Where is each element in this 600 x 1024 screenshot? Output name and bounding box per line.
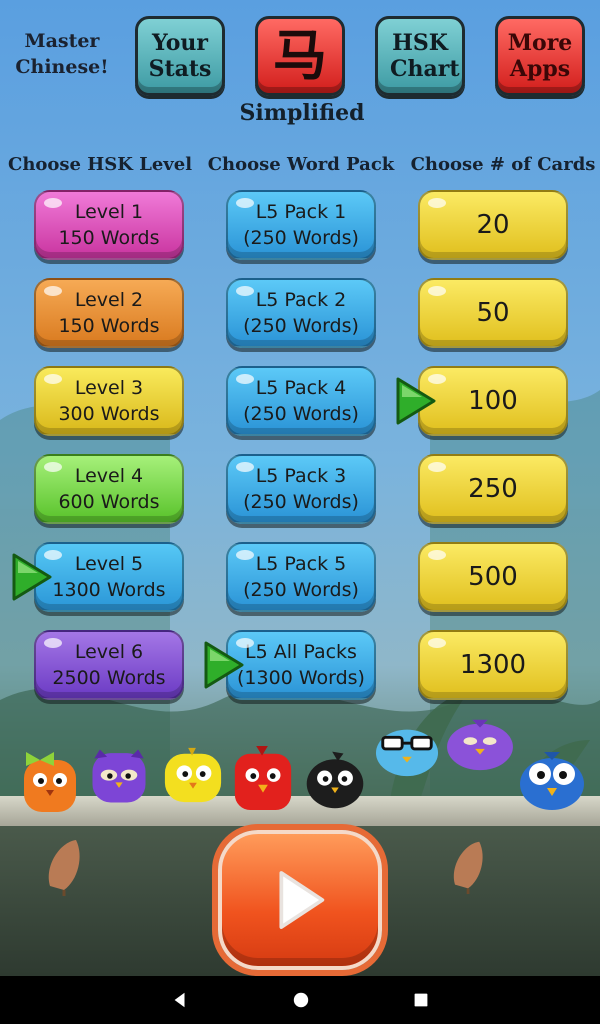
card-count: 50 xyxy=(476,298,510,328)
level-2-button[interactable]: Level 2 150 Words xyxy=(34,278,184,348)
level-name: Level 2 xyxy=(74,289,144,311)
level-words: 600 Words xyxy=(58,491,160,513)
pack-words: (1300 Words) xyxy=(237,667,365,689)
hsk-chart-label: HSK Chart xyxy=(390,30,460,82)
cards-50-button[interactable]: 50 xyxy=(418,278,568,348)
pack-name: L5 Pack 4 xyxy=(255,377,347,399)
pack-words: (250 Words) xyxy=(243,403,359,425)
recents-icon[interactable] xyxy=(413,992,429,1008)
level-name: Level 3 xyxy=(74,377,144,399)
level-3-button[interactable]: Level 3 300 Words xyxy=(34,366,184,436)
level-6-button[interactable]: Level 6 2500 Words xyxy=(34,630,184,700)
levels-column-header: Choose HSK Level xyxy=(8,154,193,175)
cards-1300-button[interactable]: 1300 xyxy=(418,630,568,700)
cards-selection-arrow-icon xyxy=(396,377,436,425)
cards-column-header: Choose # of Cards xyxy=(410,154,596,175)
all-packs-button[interactable]: L5 All Packs (1300 Words) xyxy=(226,630,376,700)
pack-selection-arrow-icon xyxy=(204,641,244,689)
pack-words: (250 Words) xyxy=(243,227,359,249)
home-icon[interactable] xyxy=(292,991,310,1009)
yellow-bird-icon xyxy=(164,747,222,803)
script-mode-label: Simplified xyxy=(239,100,365,126)
plant-pod-right-icon xyxy=(453,841,483,894)
level-name: Level 6 xyxy=(74,641,144,663)
pack-3-button[interactable]: L5 Pack 3 (250 Words) xyxy=(226,454,376,524)
level-name: Level 5 xyxy=(74,553,144,575)
pack-words: (250 Words) xyxy=(243,579,359,601)
app-title: Master Chinese! xyxy=(15,30,109,78)
plant-pod-left-icon xyxy=(48,840,80,896)
level-selection-arrow-icon xyxy=(12,553,52,601)
pack-name: L5 Pack 5 xyxy=(255,553,347,575)
orange-bird-icon xyxy=(24,752,76,812)
purple-blob-icon xyxy=(447,719,513,771)
ma-character: 马 xyxy=(273,24,327,87)
pack-5-button[interactable]: L5 Pack 5 (250 Words) xyxy=(226,542,376,612)
android-nav-bar xyxy=(0,976,600,1024)
level-name: Level 1 xyxy=(74,201,144,223)
card-count: 100 xyxy=(468,386,518,416)
card-count: 20 xyxy=(476,210,510,240)
level-words: 300 Words xyxy=(58,403,160,425)
pack-words: (250 Words) xyxy=(243,315,359,337)
red-bird-icon xyxy=(234,745,292,811)
level-4-button[interactable]: Level 4 600 Words xyxy=(34,454,184,524)
black-bird-icon xyxy=(306,751,364,809)
back-icon[interactable] xyxy=(171,991,189,1009)
pack-4-button[interactable]: L5 Pack 4 (250 Words) xyxy=(226,366,376,436)
packs-column-header: Choose Word Pack xyxy=(207,154,395,175)
pack-name: L5 All Packs xyxy=(245,641,357,663)
pack-words: (250 Words) xyxy=(243,491,359,513)
pack-1-button[interactable]: L5 Pack 1 (250 Words) xyxy=(226,190,376,260)
pack-name: L5 Pack 3 xyxy=(255,465,347,487)
pack-name: L5 Pack 1 xyxy=(255,201,347,223)
level-1-button[interactable]: Level 1 150 Words xyxy=(34,190,184,260)
card-count: 250 xyxy=(468,474,518,504)
level-words: 150 Words xyxy=(58,315,160,337)
play-icon xyxy=(279,871,325,929)
cards-250-button[interactable]: 250 xyxy=(418,454,568,524)
card-count: 1300 xyxy=(459,650,527,680)
hsk-chart-button[interactable]: HSK Chart xyxy=(375,16,465,96)
play-button[interactable] xyxy=(218,830,382,970)
blue-bird-glasses-icon xyxy=(375,729,439,777)
purple-bird-icon xyxy=(92,749,146,803)
cards-500-button[interactable]: 500 xyxy=(418,542,568,612)
level-name: Level 4 xyxy=(74,465,144,487)
your-stats-label: Your Stats xyxy=(148,30,212,82)
level-words: 1300 Words xyxy=(52,579,166,601)
blue-round-bird-icon xyxy=(520,752,584,810)
cards-20-button[interactable]: 20 xyxy=(418,190,568,260)
cards-100-button[interactable]: 100 xyxy=(418,366,568,436)
more-apps-label: More Apps xyxy=(507,30,573,82)
pack-name: L5 Pack 2 xyxy=(255,289,347,311)
character-mode-button[interactable]: 马 xyxy=(255,16,345,96)
card-count: 500 xyxy=(468,562,518,592)
your-stats-button[interactable]: Your Stats xyxy=(135,16,225,96)
pack-2-button[interactable]: L5 Pack 2 (250 Words) xyxy=(226,278,376,348)
level-5-button[interactable]: Level 5 1300 Words xyxy=(34,542,184,612)
level-words: 150 Words xyxy=(58,227,160,249)
more-apps-button[interactable]: More Apps xyxy=(495,16,585,96)
level-words: 2500 Words xyxy=(52,667,166,689)
